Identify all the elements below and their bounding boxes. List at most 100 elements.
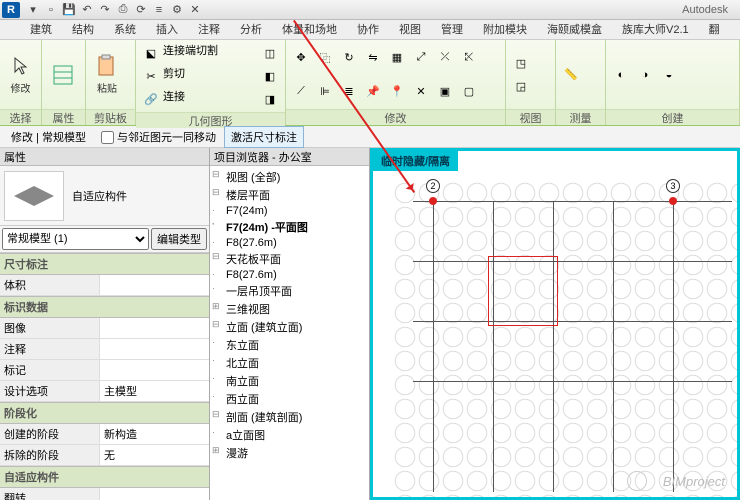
family-name: 自适应构件 [72,188,127,204]
group-icon[interactable]: ▣ [434,80,456,102]
select-button[interactable]: 修改 [4,52,37,97]
gridline-h4[interactable] [413,381,732,382]
rotate-icon[interactable]: ↻ [338,47,360,69]
tree-east[interactable]: 东立面 [212,336,367,354]
gridline-v4[interactable] [613,201,614,492]
tab-plugin2[interactable]: 族库大师V2.1 [612,19,699,39]
ungroup-icon[interactable]: ▢ [458,80,480,102]
trim-icon[interactable]: ⤫ [434,47,456,69]
cat-dimensions[interactable]: 尺寸标注 [0,253,209,275]
properties-button[interactable] [46,61,80,89]
pin-icon[interactable]: 📌 [362,80,384,102]
align-icon[interactable]: ⊫ [314,80,336,102]
create-tool3-icon[interactable]: ◒ [658,64,680,86]
tab-architecture[interactable]: 建筑 [20,19,62,39]
unpin-icon[interactable]: 📍 [386,80,408,102]
qat-print-icon[interactable]: ⎙ [114,2,132,18]
tree-ceiling-plans[interactable]: 天花板平面 [212,250,367,268]
type-selector[interactable]: 常规模型 (1) [2,228,149,250]
tree-views-root[interactable]: 视图 (全部) [212,168,367,186]
qat-undo-icon[interactable]: ↶ [78,2,96,18]
tab-plugin1[interactable]: 海颐威模盒 [537,19,612,39]
view-tool1-icon[interactable]: ◳ [510,52,532,74]
tree-l1c[interactable]: 一层吊顶平面 [212,282,367,300]
tree-walkthrough[interactable]: 漫游 [212,444,367,462]
scale-icon[interactable]: ⤢ [410,47,432,69]
tree-west[interactable]: 西立面 [212,390,367,408]
qat-redo-icon[interactable]: ↷ [96,2,114,18]
tab-addins[interactable]: 附加模块 [473,19,537,39]
tree-north[interactable]: 北立面 [212,354,367,372]
qat-open-icon[interactable]: ▾ [24,2,42,18]
edit-type-button[interactable]: 编辑类型 [151,228,207,250]
tree-section-a[interactable]: a立面图 [212,426,367,444]
geom-tool1-icon[interactable]: ◫ [259,42,281,64]
tree-elevations[interactable]: 立面 (建筑立面) [212,318,367,336]
qat-save-icon[interactable]: 💾 [60,2,78,18]
tree-f7-plan[interactable]: F7(24m) -平面图 [212,218,367,236]
panel-title-properties: 属性 [42,109,85,125]
grid-bubble-2[interactable]: 2 [426,179,440,193]
tree-south[interactable]: 南立面 [212,372,367,390]
tab-annotate[interactable]: 注释 [188,19,230,39]
drawing-canvas[interactable]: 临时隐藏/隔离 2 3 BIMproject [370,148,740,500]
control-dot-left[interactable] [429,197,437,205]
cat-adaptive[interactable]: 自适应构件 [0,466,209,488]
move-with-checkbox[interactable]: 与邻近图元一同移动 [101,129,216,145]
qat-close-icon[interactable]: ✕ [186,2,204,18]
gridline-h2[interactable] [413,261,732,262]
tab-structure[interactable]: 结构 [62,19,104,39]
qat-new-icon[interactable]: ▫ [42,2,60,18]
tree-f8[interactable]: F8(27.6m) [212,236,367,250]
qat-settings-icon[interactable]: ⚙ [168,2,186,18]
cut-icon[interactable]: ✂ [140,65,162,87]
tree-f7[interactable]: F7(24m) [212,204,367,218]
create-tool1-icon[interactable]: ◐ [610,64,632,86]
cope-icon[interactable]: ⬕ [140,42,162,64]
panel-title-view: 视图 [506,109,555,125]
mirror-icon[interactable]: ⇋ [362,47,384,69]
control-dot-right[interactable] [669,197,677,205]
gridline-v3[interactable] [553,201,554,492]
qat-measure-icon[interactable]: ≡ [150,2,168,18]
extend-icon[interactable]: ⤪ [458,47,480,69]
activate-dim-button[interactable]: 激活尺寸标注 [224,126,304,148]
cat-phasing[interactable]: 阶段化 [0,402,209,424]
view-tool2-icon[interactable]: ◲ [510,75,532,97]
tab-view[interactable]: 视图 [389,19,431,39]
geom-tool3-icon[interactable]: ◨ [259,88,281,110]
gridline-2[interactable] [433,201,434,492]
browser-tree[interactable]: 视图 (全部) 楼层平面 F7(24m) F7(24m) -平面图 F8(27.… [210,166,369,500]
selected-element[interactable] [488,256,558,326]
paste-button[interactable]: 粘贴 [90,52,124,97]
tree-floor-plans[interactable]: 楼层平面 [212,186,367,204]
qat-sync-icon[interactable]: ⟳ [132,2,150,18]
array-icon[interactable]: ▦ [386,47,408,69]
join-icon[interactable]: 🔗 [140,88,162,110]
tab-analyze[interactable]: 分析 [230,19,272,39]
gridline-h1[interactable] [413,201,732,202]
move-icon[interactable]: ✥ [290,47,312,69]
gridline-h3[interactable] [413,321,732,322]
tab-systems[interactable]: 系统 [104,19,146,39]
app-logo[interactable]: R [2,2,20,18]
create-tool2-icon[interactable]: ◑ [634,64,656,86]
tree-f8c[interactable]: F8(27.6m) [212,268,367,282]
tab-manage[interactable]: 管理 [431,19,473,39]
geom-tool2-icon[interactable]: ◧ [259,65,281,87]
properties-grid[interactable]: 尺寸标注 体积 标识数据 图像 注释 标记 设计选项主模型 阶段化 创建的阶段新… [0,253,209,500]
tree-3d[interactable]: 三维视图 [212,300,367,318]
delete-icon[interactable]: ✕ [410,80,432,102]
grid-bubble-3[interactable]: 3 [666,179,680,193]
tab-collaborate[interactable]: 协作 [347,19,389,39]
gridline-3[interactable] [673,201,674,492]
cat-identity[interactable]: 标识数据 [0,296,209,318]
measure-icon[interactable]: 📏 [560,64,582,86]
options-modify-label: 修改 | 常规模型 [4,126,93,148]
tab-overflow[interactable]: 翻 [699,19,730,39]
split-icon[interactable]: ⟋ [290,80,312,102]
tab-insert[interactable]: 插入 [146,19,188,39]
gridline-v2[interactable] [493,201,494,492]
tab-massing[interactable]: 体量和场地 [272,19,347,39]
tree-sections[interactable]: 剖面 (建筑剖面) [212,408,367,426]
